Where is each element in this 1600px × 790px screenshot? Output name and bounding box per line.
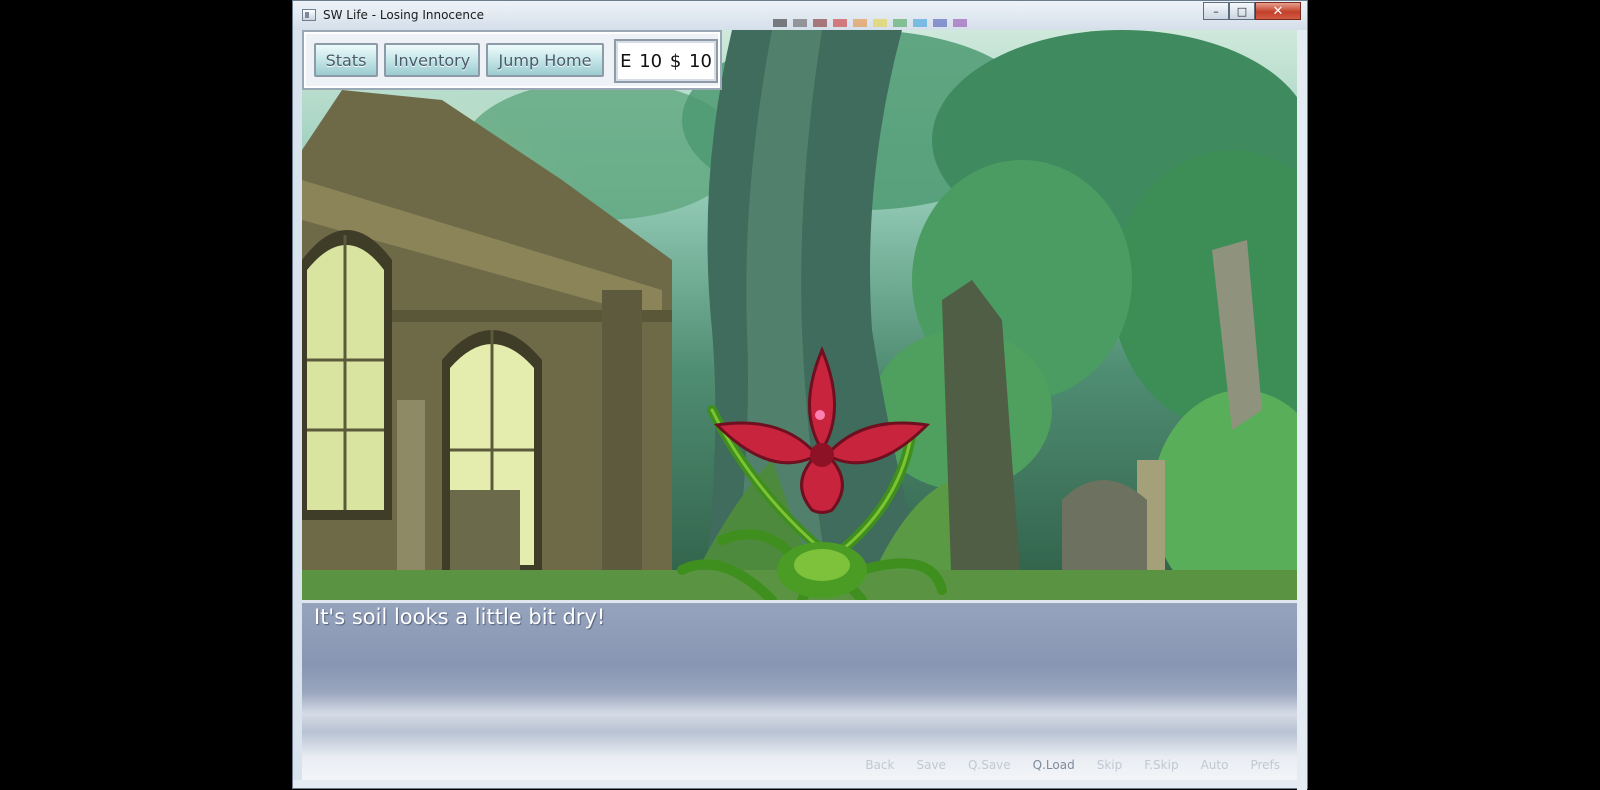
- dialogue-box[interactable]: It's soil looks a little bit dry! Back S…: [302, 600, 1298, 782]
- title-bar[interactable]: SW Life - Losing Innocence – □ ✕: [293, 1, 1307, 30]
- quick-menu-auto[interactable]: Auto: [1201, 758, 1229, 772]
- titlebar-color-swatches: [773, 19, 967, 28]
- game-window: SW Life - Losing Innocence – □ ✕ Stats I…: [292, 0, 1308, 790]
- quick-menu-prefs[interactable]: Prefs: [1250, 758, 1280, 772]
- hud-panel: Stats Inventory Jump Home E 10 $ 10: [302, 30, 722, 90]
- close-button[interactable]: ✕: [1255, 2, 1301, 20]
- window-frame-right: [1297, 30, 1307, 790]
- quick-menu-back[interactable]: Back: [865, 758, 894, 772]
- quick-menu-qsave[interactable]: Q.Save: [968, 758, 1011, 772]
- quick-menu-save[interactable]: Save: [916, 758, 945, 772]
- inventory-button[interactable]: Inventory: [384, 43, 480, 77]
- scene-illustration: [302, 30, 1298, 600]
- maximize-button[interactable]: □: [1229, 2, 1255, 20]
- window-controls: – □ ✕: [1203, 2, 1301, 20]
- window-title: SW Life - Losing Innocence: [323, 8, 484, 22]
- stats-button[interactable]: Stats: [314, 43, 378, 77]
- minimize-button[interactable]: –: [1203, 2, 1229, 20]
- game-viewport[interactable]: Stats Inventory Jump Home E 10 $ 10 It's…: [302, 30, 1298, 782]
- jump-home-button[interactable]: Jump Home: [486, 43, 604, 77]
- energy-money-display: E 10 $ 10: [614, 39, 718, 83]
- app-window-icon: [302, 9, 316, 21]
- window-frame-bottom: [293, 780, 1307, 788]
- quick-menu-qload[interactable]: Q.Load: [1033, 758, 1075, 772]
- quick-menu-skip[interactable]: Skip: [1097, 758, 1123, 772]
- forest-ruins-background: Stats Inventory Jump Home E 10 $ 10: [302, 30, 1298, 600]
- dialogue-text: It's soil looks a little bit dry!: [314, 605, 606, 629]
- quick-menu-fskip[interactable]: F.Skip: [1144, 758, 1178, 772]
- quick-menu: Back Save Q.Save Q.Load Skip F.Skip Auto…: [865, 758, 1280, 772]
